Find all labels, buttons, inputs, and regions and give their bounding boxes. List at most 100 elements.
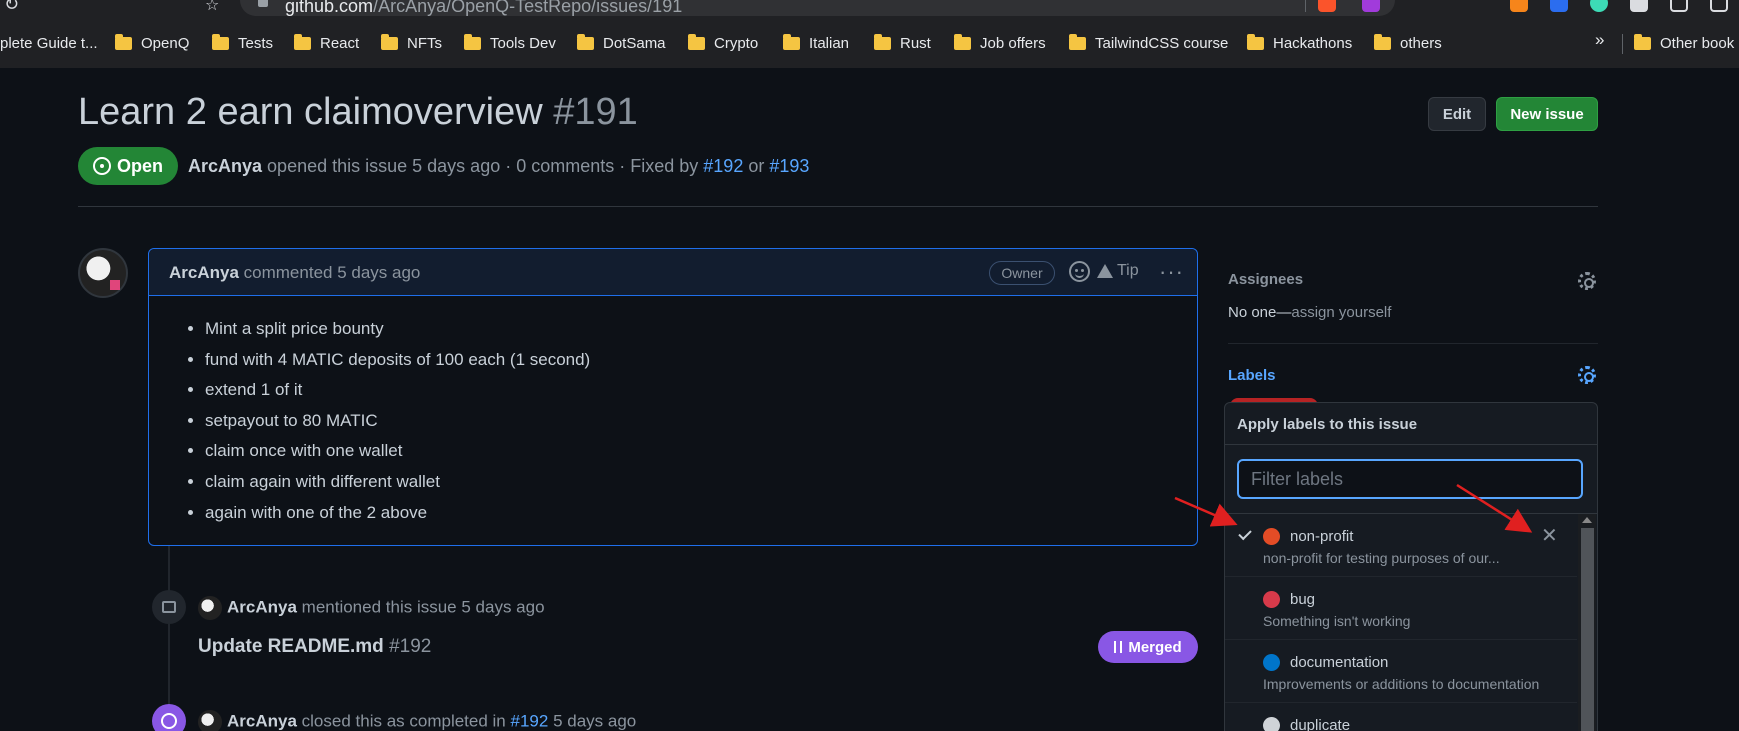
issue-title: Learn 2 earn claimoverview #191 — [78, 91, 638, 133]
tip-label: Tip — [1117, 262, 1139, 279]
bookmarks-more-chevron[interactable]: » — [1595, 30, 1604, 50]
bookmark-folder-openq[interactable]: OpenQ — [115, 32, 189, 54]
cross-reference-icon — [162, 601, 176, 613]
referenced-pr-link[interactable]: Update README.md #192 — [198, 636, 431, 658]
assign-yourself-link[interactable]: assign yourself — [1291, 304, 1391, 321]
avatar[interactable] — [198, 596, 222, 620]
metamask-icon[interactable] — [1510, 0, 1528, 12]
label-option-name: non-profit — [1290, 528, 1354, 545]
assignees-gear-icon[interactable] — [1578, 272, 1596, 290]
bookmark-folder-other-bookmarks[interactable]: Other book — [1634, 32, 1734, 54]
url-text[interactable]: github.com/ArcAnya/OpenQ-TestRepo/issues… — [285, 0, 682, 17]
bookmark-folder-tailwindcss[interactable]: TailwindCSS course — [1069, 32, 1228, 54]
bookmark-star-icon[interactable]: ☆ — [205, 0, 219, 15]
closed-author-link[interactable]: ArcAnya — [227, 711, 297, 730]
label-option-desc: Improvements or additions to documentati… — [1263, 676, 1540, 692]
label-color-dot — [1263, 591, 1280, 608]
label-option-duplicate[interactable]: duplicate — [1225, 703, 1577, 731]
folder-icon — [874, 33, 891, 50]
folder-icon — [464, 33, 481, 50]
fixed-by-link-193[interactable]: #193 — [769, 156, 809, 176]
list-item: claim again with different wallet — [205, 472, 590, 493]
issue-open-icon — [92, 157, 111, 175]
bookmark-folder-nfts[interactable]: NFTs — [381, 32, 442, 54]
assignees-heading[interactable]: Assignees — [1228, 271, 1303, 288]
folder-icon — [1247, 33, 1264, 50]
fixed-by-link-192[interactable]: #192 — [703, 156, 743, 176]
bookmark-folder-tests[interactable]: Tests — [212, 32, 273, 54]
bookmark-folder-job-offers[interactable]: Job offers — [954, 32, 1046, 54]
label-option-desc: Something isn't working — [1263, 613, 1411, 629]
scrollbar-thumb[interactable] — [1581, 528, 1594, 731]
lock-icon[interactable] — [258, 0, 268, 7]
omnibox-separator — [1305, 0, 1306, 12]
bookmark-folder-crypto[interactable]: Crypto — [688, 32, 758, 54]
issue-author-link[interactable]: ArcAnya — [188, 156, 262, 176]
avatar[interactable] — [198, 710, 222, 731]
dropdown-title: Apply labels to this issue — [1225, 403, 1597, 445]
warning-icon — [1097, 264, 1113, 278]
status-badge-label: Open — [116, 155, 163, 176]
bookmark-item[interactable]: plete Guide t... — [0, 32, 98, 54]
dropdown-scrollbar[interactable] — [1578, 514, 1596, 731]
issue-meta-text: opened this issue 5 days ago · 0 comment… — [267, 156, 699, 176]
scroll-up-icon[interactable] — [1582, 517, 1592, 523]
bookmark-folder-hackathons[interactable]: Hackathons — [1247, 32, 1352, 54]
label-option-non-profit[interactable]: non-profit non-profit for testing purpos… — [1225, 514, 1577, 577]
closed-ref-link[interactable]: #192 — [511, 711, 549, 730]
avatar[interactable] — [78, 248, 128, 298]
folder-icon — [1069, 33, 1086, 50]
labels-gear-icon[interactable] — [1578, 366, 1596, 384]
bookmarks-bar: plete Guide t... OpenQ Tests React NFTs … — [0, 32, 1739, 56]
extension-star-icon[interactable] — [1590, 0, 1608, 12]
mention-text: mentioned this issue 5 days ago — [301, 597, 545, 617]
comment-body: Mint a split price bounty fund with 4 MA… — [205, 319, 590, 533]
labels-heading[interactable]: Labels — [1228, 367, 1276, 384]
closed-time[interactable]: 5 days ago — [553, 711, 636, 730]
status-badge: Open — [78, 147, 178, 185]
label-option-documentation[interactable]: documentation Improvements or additions … — [1225, 640, 1577, 703]
bookmark-folder-react[interactable]: React — [294, 32, 359, 54]
label-option-name: documentation — [1290, 654, 1389, 671]
list-item: fund with 4 MATIC deposits of 100 each (… — [205, 350, 590, 371]
add-reaction-icon[interactable] — [1069, 261, 1090, 282]
label-option-desc: non-profit for testing purposes of our..… — [1263, 550, 1500, 566]
tip-button[interactable]: Tip — [1097, 262, 1139, 280]
mention-author-link[interactable]: ArcAnya — [227, 597, 297, 616]
bookmark-folder-rust[interactable]: Rust — [874, 32, 931, 54]
extension-k-icon[interactable] — [1550, 0, 1568, 12]
closed-text: closed this as completed in — [301, 711, 506, 731]
mention-event: ArcAnya mentioned this issue 5 days ago — [198, 596, 545, 620]
bookmark-folder-others[interactable]: others — [1374, 32, 1442, 54]
folder-icon — [688, 33, 705, 50]
bookmark-folder-tools-dev[interactable]: Tools Dev — [464, 32, 556, 54]
issue-comment: ArcAnya commented 5 days ago Owner Tip ·… — [148, 248, 1198, 546]
reload-icon[interactable]: ↻ — [4, 0, 19, 15]
new-issue-button[interactable]: New issue — [1496, 97, 1598, 131]
comment-time[interactable]: commented 5 days ago — [244, 263, 421, 282]
bookmark-folder-dotsama[interactable]: DotSama — [577, 32, 666, 54]
close-icon[interactable]: ✕ — [1541, 523, 1558, 548]
comment-options-icon[interactable]: ··· — [1159, 259, 1184, 285]
profile-icon[interactable] — [1710, 0, 1728, 12]
cross-reference-badge — [152, 590, 186, 624]
sidebar-panel-icon[interactable] — [1670, 0, 1688, 12]
brave-rewards-icon[interactable] — [1362, 0, 1380, 12]
folder-icon — [783, 33, 800, 50]
label-option-bug[interactable]: bug Something isn't working — [1225, 577, 1577, 640]
browser-chrome: ↻ ☆ github.com/ArcAnya/OpenQ-TestRepo/is… — [0, 0, 1739, 68]
list-item: again with one of the 2 above — [205, 503, 590, 524]
brave-shield-icon[interactable] — [1318, 0, 1336, 12]
assignees-value: No one—assign yourself — [1228, 304, 1392, 321]
edit-button[interactable]: Edit — [1428, 97, 1486, 131]
extensions-puzzle-icon[interactable] — [1630, 0, 1648, 12]
filter-labels-input[interactable] — [1237, 459, 1583, 499]
folder-icon — [115, 33, 132, 50]
comment-author-link[interactable]: ArcAnya — [169, 263, 239, 282]
folder-icon — [212, 33, 229, 50]
label-option-name: bug — [1290, 591, 1316, 608]
labels-dropdown: Apply labels to this issue non-profit no… — [1224, 402, 1598, 731]
issue-meta-or: or — [748, 156, 765, 176]
bookmark-folder-italian[interactable]: Italian — [783, 32, 849, 54]
folder-icon — [1634, 33, 1651, 50]
